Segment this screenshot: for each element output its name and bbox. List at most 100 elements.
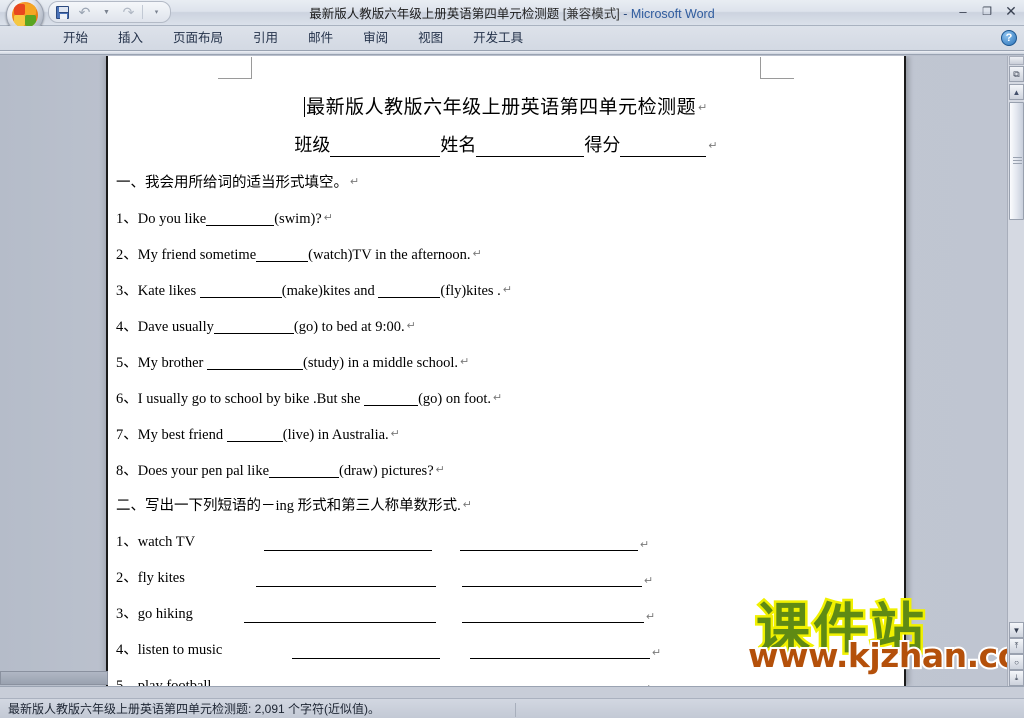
- question-number: 3、: [116, 283, 138, 299]
- answer-blank[interactable]: [213, 320, 294, 334]
- undo-dropdown-button[interactable]: ▼: [96, 3, 117, 21]
- question-text-before-blank: My best friend: [137, 427, 227, 443]
- ing-form-blank[interactable]: [292, 644, 440, 659]
- customize-quick-access-button[interactable]: ▾: [146, 3, 167, 21]
- answer-blank[interactable]: [226, 428, 283, 442]
- phrase-text: fly kites: [137, 570, 185, 586]
- question-text-after-blank: (study) in a middle school.: [303, 355, 459, 371]
- phrase-text: go hiking: [137, 606, 193, 622]
- close-button[interactable]: ✕: [1002, 3, 1020, 19]
- phrase-row: 3、go hiking ↵: [108, 602, 904, 623]
- ribbon-tab-7[interactable]: 开发工具: [458, 26, 538, 51]
- status-word-count: 最新版人教版六年级上册英语第四单元检测题: 2,091 个字符(近似值)。: [8, 702, 381, 716]
- browse-object-circle-icon[interactable]: ○: [1009, 654, 1024, 670]
- paragraph-mark: ↵: [652, 647, 662, 659]
- question-text-before-blank: Do you like: [137, 211, 207, 227]
- paragraph-mark: ↵: [350, 176, 360, 188]
- paragraph-mark: ↵: [472, 248, 482, 260]
- previous-page-icon[interactable]: ⤒: [1009, 638, 1024, 654]
- redo-button[interactable]: ↷: [118, 3, 139, 21]
- horizontal-scrollbar-thumb[interactable]: [0, 671, 108, 685]
- ing-form-blank[interactable]: [244, 608, 436, 623]
- quick-access-toolbar: ↶ ▼ ↷ ▾: [48, 1, 171, 23]
- help-button[interactable]: ?: [1001, 30, 1017, 46]
- ribbon-tab-6[interactable]: 视图: [403, 26, 458, 51]
- class-label: 班级: [294, 135, 331, 155]
- third-person-form-blank[interactable]: [462, 608, 644, 623]
- phrase-label: 2、fly kites: [116, 566, 256, 587]
- third-person-form-blank[interactable]: [470, 644, 650, 659]
- ribbon-divider: [0, 51, 1024, 55]
- document-title-text: 最新版人教版六年级上册英语第四单元检测题: [306, 97, 697, 118]
- phrase-text: listen to music: [137, 642, 223, 658]
- paragraph-mark: ↵: [462, 499, 472, 511]
- question-number: 2、: [116, 247, 138, 263]
- answer-blank[interactable]: [199, 284, 282, 298]
- phrase-label: 3、go hiking: [116, 602, 244, 623]
- question-text-before-blank: I usually go to school by bike .But she: [137, 391, 365, 407]
- paragraph-mark: ↵: [460, 356, 470, 368]
- document-title: 最新版人教版六年级上册英语第四单元检测题 ↵: [108, 92, 904, 119]
- horizontal-scrollbar[interactable]: [0, 671, 1024, 699]
- maximize-button[interactable]: ❐: [978, 3, 996, 19]
- chevron-down-icon: ▾: [154, 9, 159, 16]
- section-2-heading: 二、写出一下列短语的－ing 形式和第三人称单数形式. ↵: [108, 494, 904, 515]
- third-person-form-blank[interactable]: [462, 572, 642, 587]
- name-blank: [476, 135, 585, 157]
- margin-marker-top-left: [218, 57, 252, 79]
- paragraph-mark: ↵: [708, 140, 718, 152]
- paragraph-mark: ↵: [698, 102, 708, 114]
- third-person-form-blank[interactable]: [460, 536, 638, 551]
- ribbon-tab-1[interactable]: 插入: [103, 26, 158, 51]
- question-text-after-blank: (live) in Australia.: [282, 427, 389, 443]
- ribbon-tab-5[interactable]: 审阅: [348, 26, 403, 51]
- question-text-before-blank: My brother: [137, 355, 208, 371]
- phrase-number: 1、: [116, 534, 138, 550]
- answer-blank[interactable]: [256, 248, 309, 262]
- paragraph-mark: ↵: [390, 428, 400, 440]
- question-row: 2、My friend sometime (watch)TV in the aft…: [108, 243, 904, 264]
- phrase-label: 1、watch TV: [116, 530, 264, 551]
- ribbon-tab-4[interactable]: 邮件: [293, 26, 348, 51]
- ribbon-tab-2[interactable]: 页面布局: [158, 26, 238, 51]
- question-text-after-blank: (draw) pictures?: [339, 463, 434, 479]
- question-row: 7、My best friend (live) in Australia. ↵: [108, 423, 904, 444]
- status-divider: [515, 703, 516, 717]
- document-page[interactable]: 最新版人教版六年级上册英语第四单元检测题 ↵ 班级 姓名 得分 ↵ 一、我会用所给…: [106, 56, 906, 686]
- status-bar: 最新版人教版六年级上册英语第四单元检测题: 2,091 个字符(近似值)。: [0, 671, 1024, 718]
- save-button[interactable]: [52, 3, 73, 21]
- ing-form-blank[interactable]: [264, 536, 432, 551]
- phrase-number: 5、: [116, 678, 138, 686]
- undo-button[interactable]: ↶: [74, 3, 95, 21]
- question-text-after-second-blank: (fly)kites .: [440, 283, 501, 299]
- ribbon-tab-label: 邮件: [308, 31, 334, 45]
- split-window-handle[interactable]: [1009, 56, 1024, 65]
- answer-blank[interactable]: [207, 356, 304, 370]
- text-cursor: [304, 97, 306, 117]
- question-text-before-blank: Dave usually: [137, 319, 214, 335]
- redo-icon: ↷: [122, 3, 135, 20]
- phrase-label: 5、play football: [116, 674, 258, 686]
- next-page-icon[interactable]: ⤓: [1009, 670, 1024, 686]
- ribbon-tab-0[interactable]: 开始: [48, 26, 103, 51]
- ing-form-blank[interactable]: [256, 572, 436, 587]
- vertical-scrollbar[interactable]: ⧉ ▲ ▼ ⤒ ○ ⤓: [1007, 56, 1024, 686]
- answer-blank[interactable]: [206, 212, 275, 226]
- answer-blank[interactable]: [364, 392, 419, 406]
- window-controls: – ❐ ✕: [954, 3, 1020, 19]
- section-2-heading-text: 二、写出一下列短语的－ing 形式和第三人称单数形式.: [116, 498, 461, 514]
- ribbon-tab-3[interactable]: 引用: [238, 26, 293, 51]
- select-browse-object-icon[interactable]: ⧉: [1009, 66, 1024, 82]
- scrollbar-thumb[interactable]: [1009, 102, 1024, 220]
- answer-blank[interactable]: [269, 464, 340, 478]
- answer-blank[interactable]: [378, 284, 441, 298]
- scroll-down-arrow-icon[interactable]: ▼: [1009, 622, 1024, 638]
- minimize-button[interactable]: –: [954, 3, 972, 19]
- ribbon-tab-label: 页面布局: [173, 31, 224, 45]
- question-row: 8、Does your pen pal like (draw) pictures?…: [108, 459, 904, 480]
- question-row: 4、Dave usually (go) to bed at 9:00. ↵: [108, 315, 904, 336]
- paragraph-mark: ↵: [646, 611, 656, 623]
- scroll-up-arrow-icon[interactable]: ▲: [1009, 84, 1024, 100]
- name-label: 姓名: [440, 135, 477, 155]
- office-logo-icon: [12, 2, 38, 28]
